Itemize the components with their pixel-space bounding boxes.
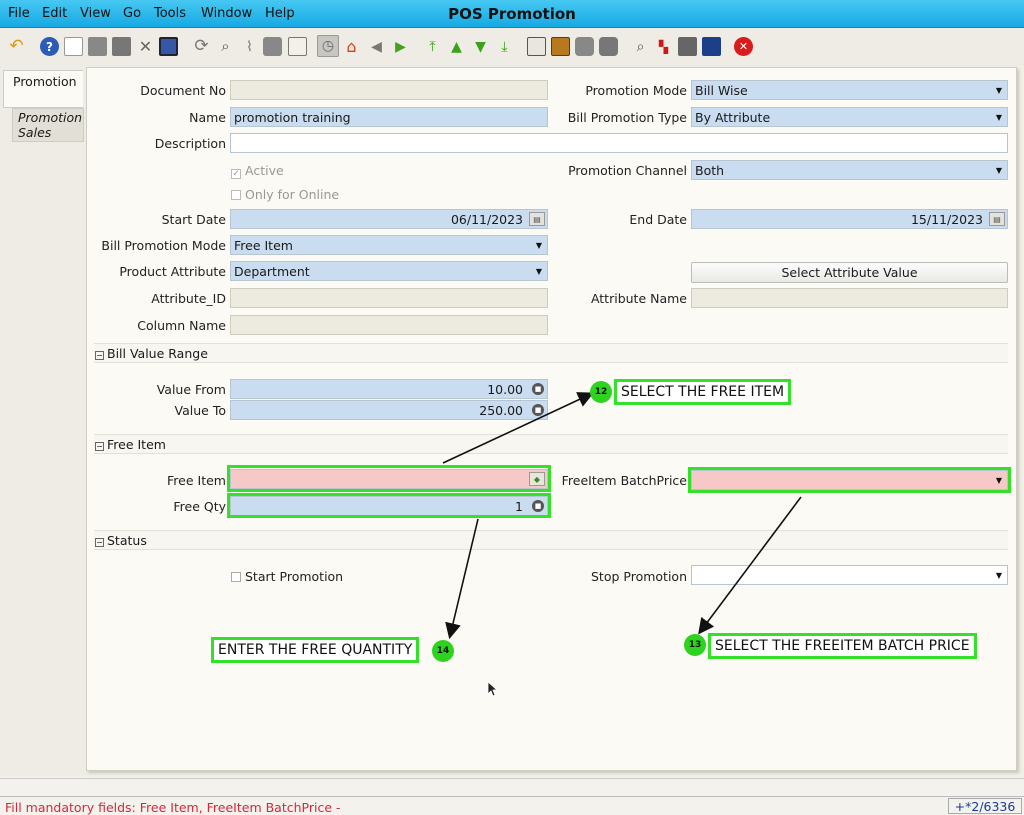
arrow-to-note-13	[698, 496, 802, 635]
step-14-badge: 14	[432, 640, 454, 662]
step-13-badge: 13	[684, 634, 706, 656]
step-14-note: ENTER THE FREE QUANTITY	[211, 637, 420, 663]
status-message: Fill mandatory fields: Free Item, FreeIt…	[5, 800, 341, 815]
step-12-badge: 12	[590, 381, 612, 403]
arrow-to-note-14	[445, 518, 479, 640]
arrow-to-note-12	[442, 392, 594, 464]
step-13-note: SELECT THE FREEITEM BATCH PRICE	[708, 633, 977, 659]
mouse-pointer-icon	[487, 681, 499, 697]
navigation-strip	[0, 778, 1024, 796]
step-12-note: SELECT THE FREE ITEM	[614, 379, 792, 405]
annotation-arrows	[442, 392, 802, 640]
status-bar: Fill mandatory fields: Free Item, FreeIt…	[0, 796, 1024, 815]
record-info[interactable]: +*2/6336	[948, 798, 1022, 814]
